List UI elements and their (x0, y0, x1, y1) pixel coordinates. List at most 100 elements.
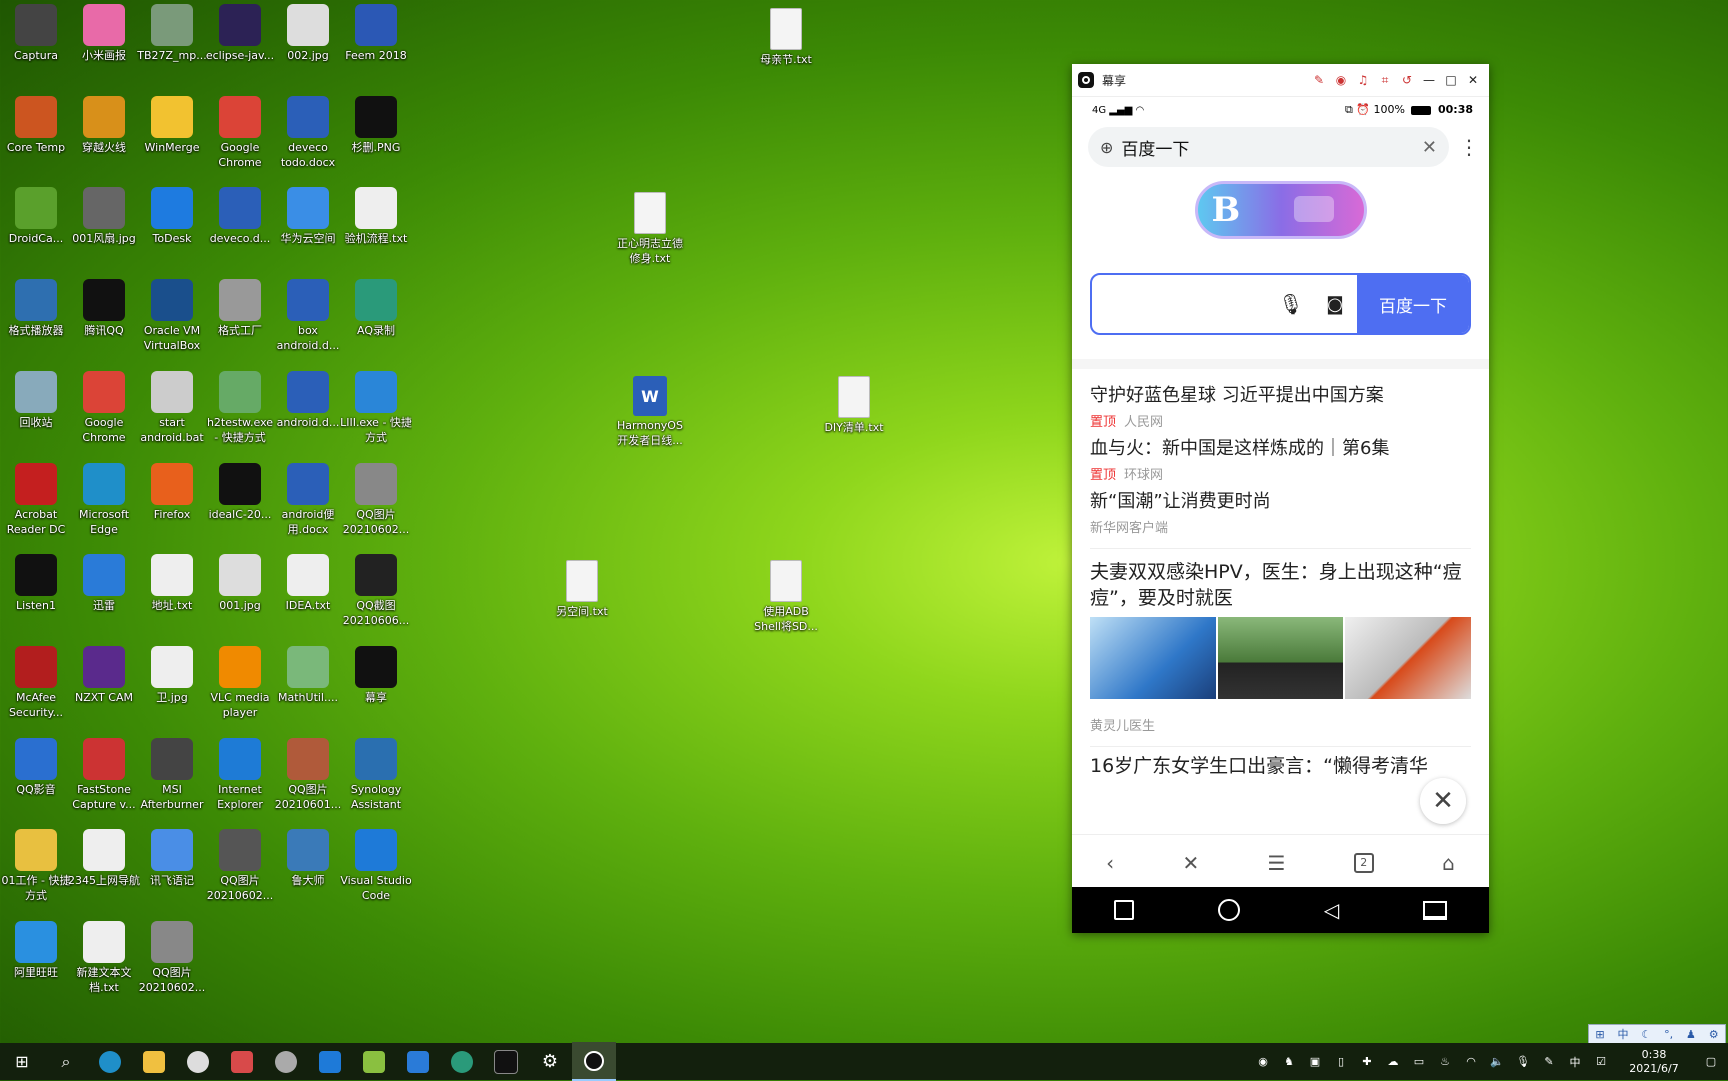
home-icon[interactable]: ⌂ (1442, 851, 1455, 875)
search-input[interactable] (1092, 275, 1269, 333)
desktop-icon[interactable]: Firefox (136, 462, 208, 522)
tray-app-icon[interactable]: ✚ (1354, 1055, 1380, 1068)
desktop-icon[interactable]: 腾讯QQ (68, 279, 140, 338)
desktop-file-zhengxin[interactable]: 正心明志立德修身.txt (614, 192, 686, 266)
tray-app-icon[interactable]: ♨ (1432, 1055, 1458, 1068)
desktop-icon[interactable]: Internet Explorer (204, 737, 276, 812)
edge-taskbar-icon[interactable] (88, 1043, 132, 1080)
desktop-icon[interactable]: 阿里旺旺 (0, 921, 72, 980)
close-tab-icon[interactable]: ✕ (1182, 851, 1199, 875)
desktop-icon[interactable]: QQ图片 20210602... (136, 921, 208, 995)
moon-icon[interactable]: ☾ (1641, 1028, 1651, 1041)
desktop-icon[interactable]: DroidCa... (0, 187, 72, 246)
news-item[interactable]: 血与火：新中国是这样炼成的｜第6集 置顶 环球网 (1072, 436, 1489, 483)
app-taskbar-icon-9[interactable] (440, 1043, 484, 1080)
tray-ime-label[interactable]: 中 (1562, 1054, 1588, 1070)
back-triangle-icon[interactable]: ◁ (1324, 898, 1339, 922)
desktop-icon[interactable]: 01工作 - 快捷方式 (0, 829, 72, 903)
tray-pen-icon[interactable]: ✎ (1536, 1055, 1562, 1068)
tray-mic-icon[interactable]: 🎙 (1510, 1055, 1536, 1068)
desktop-icon[interactable]: box android.d... (272, 279, 344, 353)
desktop-icon[interactable]: VLC media player (204, 645, 276, 720)
desktop-icon[interactable]: Synology Assistant (340, 737, 412, 812)
settings-gear-icon[interactable]: ⚙ (1709, 1028, 1719, 1041)
desktop-icon[interactable]: 穿越火线 (68, 95, 140, 155)
back-icon[interactable]: ‹ (1106, 851, 1114, 875)
tray-qq-icon[interactable]: ♞ (1276, 1055, 1302, 1068)
vscode-taskbar-icon[interactable] (308, 1043, 352, 1080)
news-item[interactable]: 16岁广东女学生口出豪言：“懒得考清华 (1072, 753, 1489, 779)
desktop-icon[interactable]: 001风扇.jpg (68, 187, 140, 246)
desktop-icon[interactable]: 讯飞语记 (136, 829, 208, 888)
record-icon[interactable]: ◉ (1331, 70, 1351, 90)
ime-toolbar[interactable]: ⊞ 中 ☾ °, ♟ ⚙ (1588, 1024, 1726, 1044)
ime-mode-icon[interactable]: ⊞ (1595, 1028, 1604, 1041)
microphone-icon[interactable]: 🎙 (1269, 275, 1313, 333)
action-center-icon[interactable]: ▢ (1694, 1055, 1728, 1068)
desktop-icon[interactable]: deveco.d... (204, 187, 276, 246)
desktop-icon[interactable]: AQ录制 (340, 279, 412, 338)
crop-icon[interactable]: ⌗ (1375, 70, 1395, 90)
desktop-icon[interactable]: 回收站 (0, 370, 72, 430)
app-taskbar-icon-5[interactable] (264, 1043, 308, 1080)
desktop-icon[interactable]: LIII.exe - 快捷方式 (340, 370, 412, 445)
maximize-icon[interactable]: □ (1441, 70, 1461, 90)
desktop-icon[interactable]: QQ影音 (0, 737, 72, 797)
tray-volume-icon[interactable]: 🔈 (1484, 1055, 1510, 1068)
news-item[interactable]: 新“国潮”让消费更时尚 新华网客户端 (1072, 489, 1489, 536)
desktop-icon[interactable]: MathUtil.... (272, 645, 344, 705)
desktop-icon[interactable]: Captura (0, 4, 72, 63)
news-item-with-images[interactable]: 夫妻双双感染HPV，医生：身上出现这种“痘痘”，要及时就医 黄灵儿医生 (1072, 559, 1489, 734)
recents-square-icon[interactable] (1113, 900, 1134, 920)
app-taskbar-icon-8[interactable] (396, 1043, 440, 1080)
desktop-icon[interactable]: 格式播放器 (0, 279, 72, 338)
desktop-file-mothers-day[interactable]: 母亲节.txt (750, 8, 822, 67)
desktop-file-harmonyos[interactable]: W HarmonyOS开发者日线... (614, 376, 686, 448)
clear-address-icon[interactable]: ✕ (1422, 137, 1437, 158)
desktop-icon[interactable]: Google Chrome (204, 95, 276, 170)
desktop-icon[interactable]: h2testw.exe - 快捷方式 (204, 370, 276, 445)
tray-app-icon[interactable]: ▣ (1302, 1055, 1328, 1068)
rotate-icon[interactable]: ↺ (1397, 70, 1417, 90)
desktop-icon[interactable]: 格式工厂 (204, 279, 276, 338)
tray-cloud-icon[interactable]: ☁ (1380, 1055, 1406, 1068)
desktop-icon[interactable]: TB27Z_mp... (136, 4, 208, 63)
desktop-icon[interactable]: 华为云空间 (272, 187, 344, 246)
desktop-icon[interactable]: android便用.docx (272, 462, 344, 537)
desktop-icon[interactable]: Acrobat Reader DC (0, 462, 72, 537)
tray-network-icon[interactable]: ◠ (1458, 1055, 1484, 1068)
ime-chinese-label[interactable]: 中 (1618, 1026, 1629, 1042)
desktop-icon[interactable]: Google Chrome (68, 370, 140, 445)
desktop-icon[interactable]: 地址.txt (136, 554, 208, 613)
search-button[interactable]: 百度一下 (1357, 275, 1469, 333)
desktop-icon[interactable]: 验机流程.txt (340, 187, 412, 246)
desktop-icon[interactable]: FastStone Capture v... (68, 737, 140, 812)
minimize-icon[interactable]: — (1419, 70, 1439, 90)
tabs-icon[interactable]: 2 (1353, 852, 1374, 873)
tray-usb-icon[interactable]: ▯ (1328, 1055, 1354, 1068)
settings-taskbar-icon[interactable]: ⚙ (528, 1043, 572, 1080)
brush-icon[interactable]: ✎ (1309, 70, 1329, 90)
punctuation-icon[interactable]: °, (1664, 1028, 1673, 1041)
tray-check-icon[interactable]: ☑ (1588, 1055, 1614, 1068)
news-item[interactable]: 守护好蓝色星球 习近平提出中国方案 置顶 人民网 (1072, 383, 1489, 430)
desktop-icon[interactable]: 002.jpg (272, 4, 344, 63)
search-icon[interactable]: ⌕ (44, 1043, 88, 1080)
desktop-icon[interactable]: IDEA.txt (272, 554, 344, 613)
close-icon[interactable]: ✕ (1463, 70, 1483, 90)
desktop-icon[interactable]: NZXT CAM (68, 645, 140, 705)
desktop-icon[interactable]: 小米画报 (68, 4, 140, 63)
terminal-taskbar-icon[interactable] (484, 1043, 528, 1080)
app-taskbar-icon-3[interactable] (176, 1043, 220, 1080)
desktop-icon[interactable]: android.d... (272, 370, 344, 430)
menu-icon[interactable]: ☰ (1268, 851, 1286, 875)
desktop-icon[interactable]: WinMerge (136, 95, 208, 155)
muxiang-taskbar-icon[interactable] (572, 1042, 616, 1081)
tray-app-icon[interactable]: ◉ (1250, 1055, 1276, 1068)
desktop-icon[interactable]: 2345上网导航 (68, 829, 140, 888)
desktop-icon[interactable]: ToDesk (136, 187, 208, 246)
desktop-icon[interactable]: QQ图片 20210602... (204, 829, 276, 903)
desktop-icon[interactable]: QQ图片 20210602... (340, 462, 412, 537)
clock[interactable]: 0:38 2021/6/7 (1614, 1048, 1694, 1076)
desktop-icon[interactable]: 卫.jpg (136, 645, 208, 705)
